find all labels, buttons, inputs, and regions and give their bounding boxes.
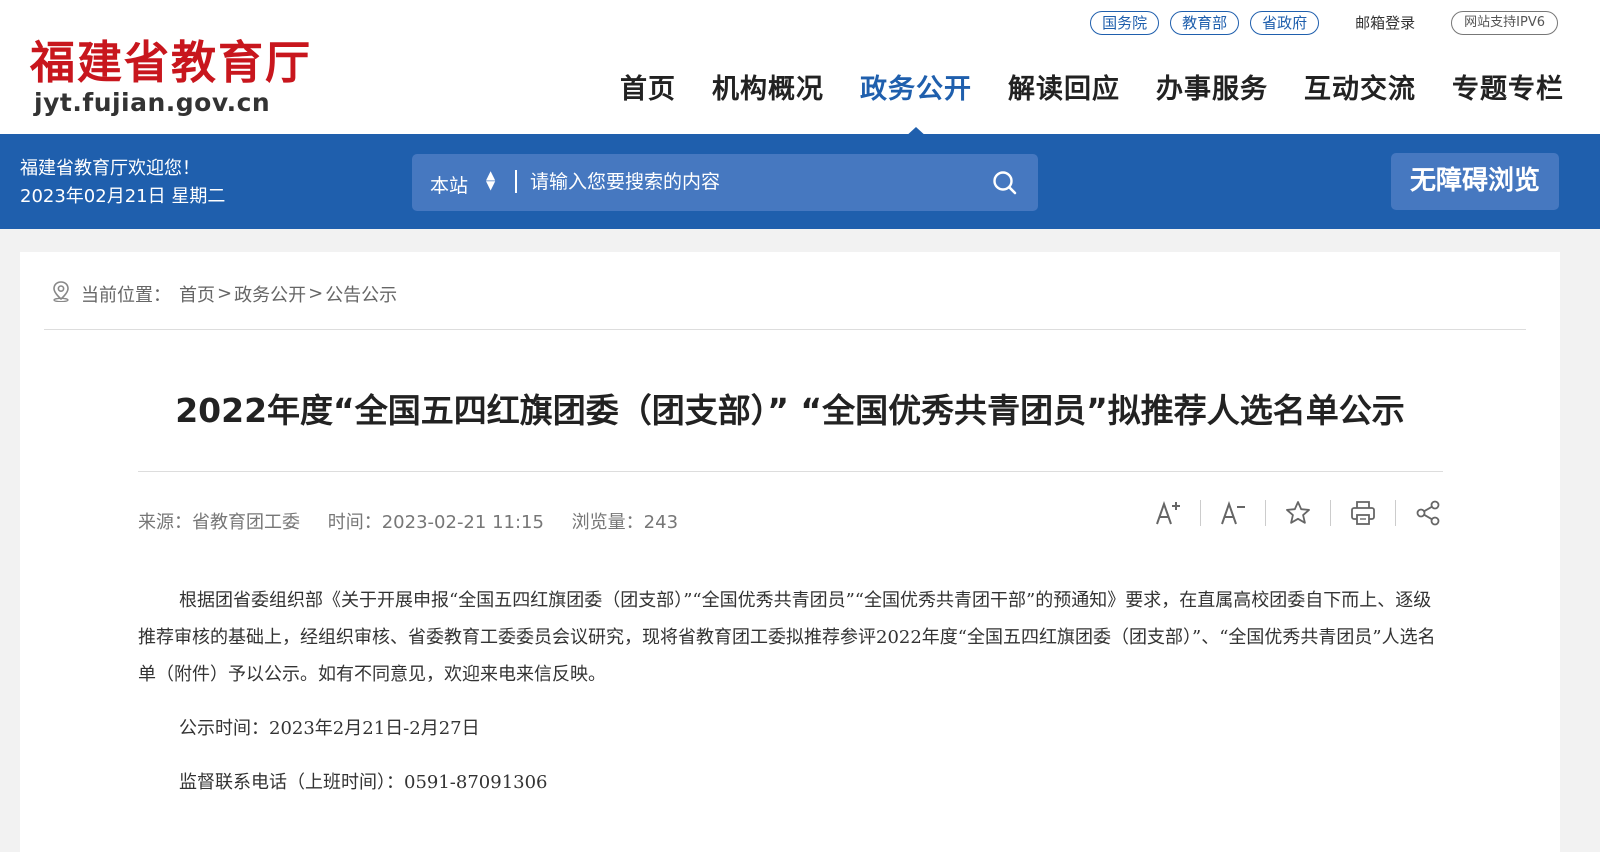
site-logo[interactable]: 福建省教育厅 bbox=[30, 26, 312, 91]
breadcrumb-announcements[interactable]: 公告公示 bbox=[325, 281, 397, 307]
tool-divider bbox=[1330, 500, 1331, 526]
breadcrumb: 当前位置： 首页 > 政务公开 > 公告公示 bbox=[51, 280, 397, 307]
nav-item-about[interactable]: 机构概况 bbox=[712, 67, 824, 106]
scope-toggle-icon[interactable]: ▲ ▼ bbox=[486, 169, 495, 191]
font-decrease-icon[interactable] bbox=[1218, 498, 1248, 528]
search-box: 本站 ▲ ▼ bbox=[412, 154, 1038, 211]
article-paragraph: 公示时间：2023年2月21日-2月27日 bbox=[179, 718, 480, 739]
welcome-block: 福建省教育厅欢迎您！ 2023年02月21日 星期二 bbox=[20, 155, 225, 211]
breadcrumb-separator: > bbox=[217, 283, 233, 304]
article-time: 时间：2023-02-21 11:15 bbox=[327, 512, 544, 533]
site-header: 福建省教育厅 jyt.fujian.gov.cn 国务院 教育部 省政府 邮箱登… bbox=[0, 0, 1600, 138]
star-icon[interactable] bbox=[1283, 498, 1313, 528]
title-divider bbox=[138, 471, 1443, 472]
link-ministry-of-education[interactable]: 教育部 bbox=[1170, 10, 1240, 35]
nav-item-home[interactable]: 首页 bbox=[620, 67, 676, 106]
share-icon[interactable] bbox=[1413, 498, 1443, 528]
current-date: 2023年02月21日 星期二 bbox=[20, 186, 226, 207]
accessibility-button[interactable]: 无障碍浏览 bbox=[1391, 153, 1559, 210]
article-paragraph: 监督联系电话（上班时间）：0591-87091306 bbox=[179, 772, 548, 793]
tool-divider bbox=[1265, 500, 1266, 526]
article-tools bbox=[1153, 498, 1443, 528]
article-body: 根据团省委组织部《关于开展申报“全国五四红旗团委（团支部）”“全国优秀共青团员”… bbox=[138, 582, 1443, 818]
welcome-text: 福建省教育厅欢迎您！ bbox=[20, 158, 200, 179]
breadcrumb-government-affairs[interactable]: 政务公开 bbox=[234, 281, 306, 307]
article-meta: 来源：省教育团工委 时间：2023-02-21 11:15 浏览量：243 bbox=[138, 508, 700, 534]
article-title: 2022年度“全国五四红旗团委（团支部）” “全国优秀共青团员”拟推荐人选名单公… bbox=[175, 391, 1405, 430]
top-links: 国务院 教育部 省政府 邮箱登录 网站支持IPV6 bbox=[1079, 10, 1558, 35]
breadcrumb-divider bbox=[44, 329, 1526, 330]
print-icon[interactable] bbox=[1348, 498, 1378, 528]
nav-item-topics[interactable]: 专题专栏 bbox=[1452, 67, 1564, 106]
breadcrumb-separator: > bbox=[308, 283, 324, 304]
search-input[interactable] bbox=[530, 164, 950, 200]
nav-item-services[interactable]: 办事服务 bbox=[1156, 67, 1268, 106]
article-paragraph: 根据团省委组织部《关于开展申报“全国五四红旗团委（团支部）”“全国优秀共青团员”… bbox=[138, 590, 1436, 685]
search-icon[interactable] bbox=[992, 170, 1018, 196]
search-bar-section: 福建省教育厅欢迎您！ 2023年02月21日 星期二 本站 ▲▼ 无障碍浏览 bbox=[0, 134, 1600, 229]
article-container: 当前位置： 首页 > 政务公开 > 公告公示 2022年度“全国五四红旗团委（团… bbox=[20, 252, 1560, 852]
tool-divider bbox=[1395, 500, 1396, 526]
tool-divider bbox=[1200, 500, 1201, 526]
site-domain: jyt.fujian.gov.cn bbox=[34, 88, 271, 117]
breadcrumb-label: 当前位置： bbox=[81, 284, 171, 306]
location-pin-icon bbox=[51, 280, 71, 307]
search-scope-select[interactable]: 本站 bbox=[430, 171, 468, 198]
font-increase-icon[interactable] bbox=[1153, 498, 1183, 528]
nav-item-interpretation[interactable]: 解读回应 bbox=[1008, 67, 1120, 106]
main-nav: 首页 机构概况 政务公开 解读回应 办事服务 互动交流 专题专栏 bbox=[584, 67, 1564, 138]
article-views: 浏览量：243 bbox=[571, 512, 679, 533]
link-state-council[interactable]: 国务院 bbox=[1090, 10, 1160, 35]
article-source: 来源：省教育团工委 bbox=[138, 512, 300, 533]
nav-item-interaction[interactable]: 互动交流 bbox=[1304, 67, 1416, 106]
breadcrumb-home[interactable]: 首页 bbox=[179, 281, 215, 307]
mail-login-link[interactable]: 邮箱登录 bbox=[1355, 12, 1415, 33]
ipv6-badge: 网站支持IPV6 bbox=[1451, 10, 1558, 35]
nav-item-government-affairs[interactable]: 政务公开 bbox=[860, 67, 972, 138]
link-provincial-government[interactable]: 省政府 bbox=[1250, 10, 1320, 35]
search-divider bbox=[515, 170, 517, 193]
